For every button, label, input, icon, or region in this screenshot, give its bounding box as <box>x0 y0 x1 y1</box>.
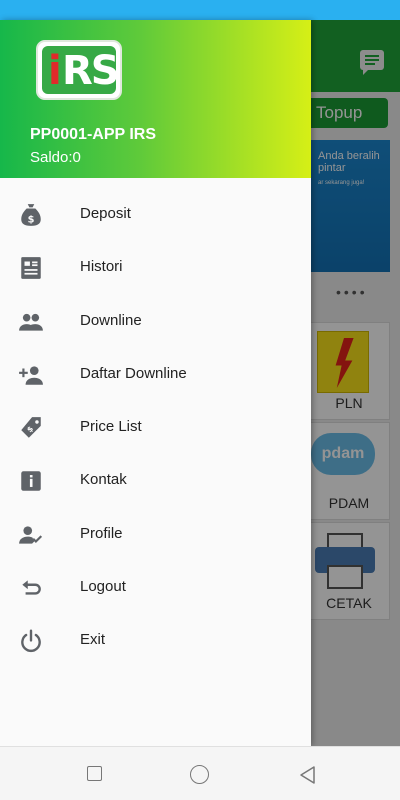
menu-item-kontak[interactable]: Kontak <box>0 454 311 507</box>
menu-item-profile[interactable]: Profile <box>0 508 311 561</box>
undo-arrow-icon <box>22 580 41 595</box>
person-add-icon <box>19 366 43 385</box>
person-check-icon <box>19 526 43 544</box>
receipt-icon <box>21 257 41 280</box>
recents-button[interactable] <box>87 766 102 781</box>
menu-label: Deposit <box>80 205 131 222</box>
menu-label: Logout <box>80 578 126 596</box>
home-button[interactable] <box>190 765 209 784</box>
menu-item-logout[interactable]: Logout <box>0 561 311 614</box>
account-name: PP0001-APP IRS <box>30 126 156 143</box>
menu-item-deposit[interactable]: $ Deposit <box>0 188 311 241</box>
menu-item-exit[interactable]: Exit <box>0 614 311 667</box>
menu-item-histori[interactable]: Histori <box>0 241 311 294</box>
menu-label: Price List <box>80 418 142 436</box>
menu-item-daftar-downline[interactable]: Daftar Downline <box>0 348 311 401</box>
people-icon <box>19 313 43 331</box>
back-button[interactable] <box>298 765 318 785</box>
menu-label: Kontak <box>80 471 127 489</box>
menu-item-price-list[interactable]: $ Price List <box>0 401 311 454</box>
price-tag-icon: $ <box>21 417 41 438</box>
menu-label: Profile <box>80 524 123 542</box>
menu-label: Downline <box>80 311 142 329</box>
status-bar <box>0 0 400 20</box>
power-icon <box>21 629 41 653</box>
drawer-header: i RS PP0001-APP IRS Saldo:0 <box>0 20 311 178</box>
menu-label: Exit <box>80 631 106 649</box>
navigation-drawer: i RS PP0001-APP IRS Saldo:0 $ Deposit Hi… <box>0 20 311 746</box>
drawer-menu: $ Deposit Histori Downline Daftar Downli… <box>0 188 311 668</box>
svg-text:$: $ <box>28 215 35 226</box>
menu-label: Daftar Downline <box>80 364 187 382</box>
info-icon <box>21 471 41 492</box>
irs-logo: i RS <box>36 40 122 100</box>
menu-item-downline[interactable]: Downline <box>0 295 311 348</box>
system-nav-bar <box>0 746 400 800</box>
money-bag-icon: $ <box>21 204 41 226</box>
balance: Saldo:0 <box>30 149 81 166</box>
menu-label: Histori <box>80 258 123 276</box>
